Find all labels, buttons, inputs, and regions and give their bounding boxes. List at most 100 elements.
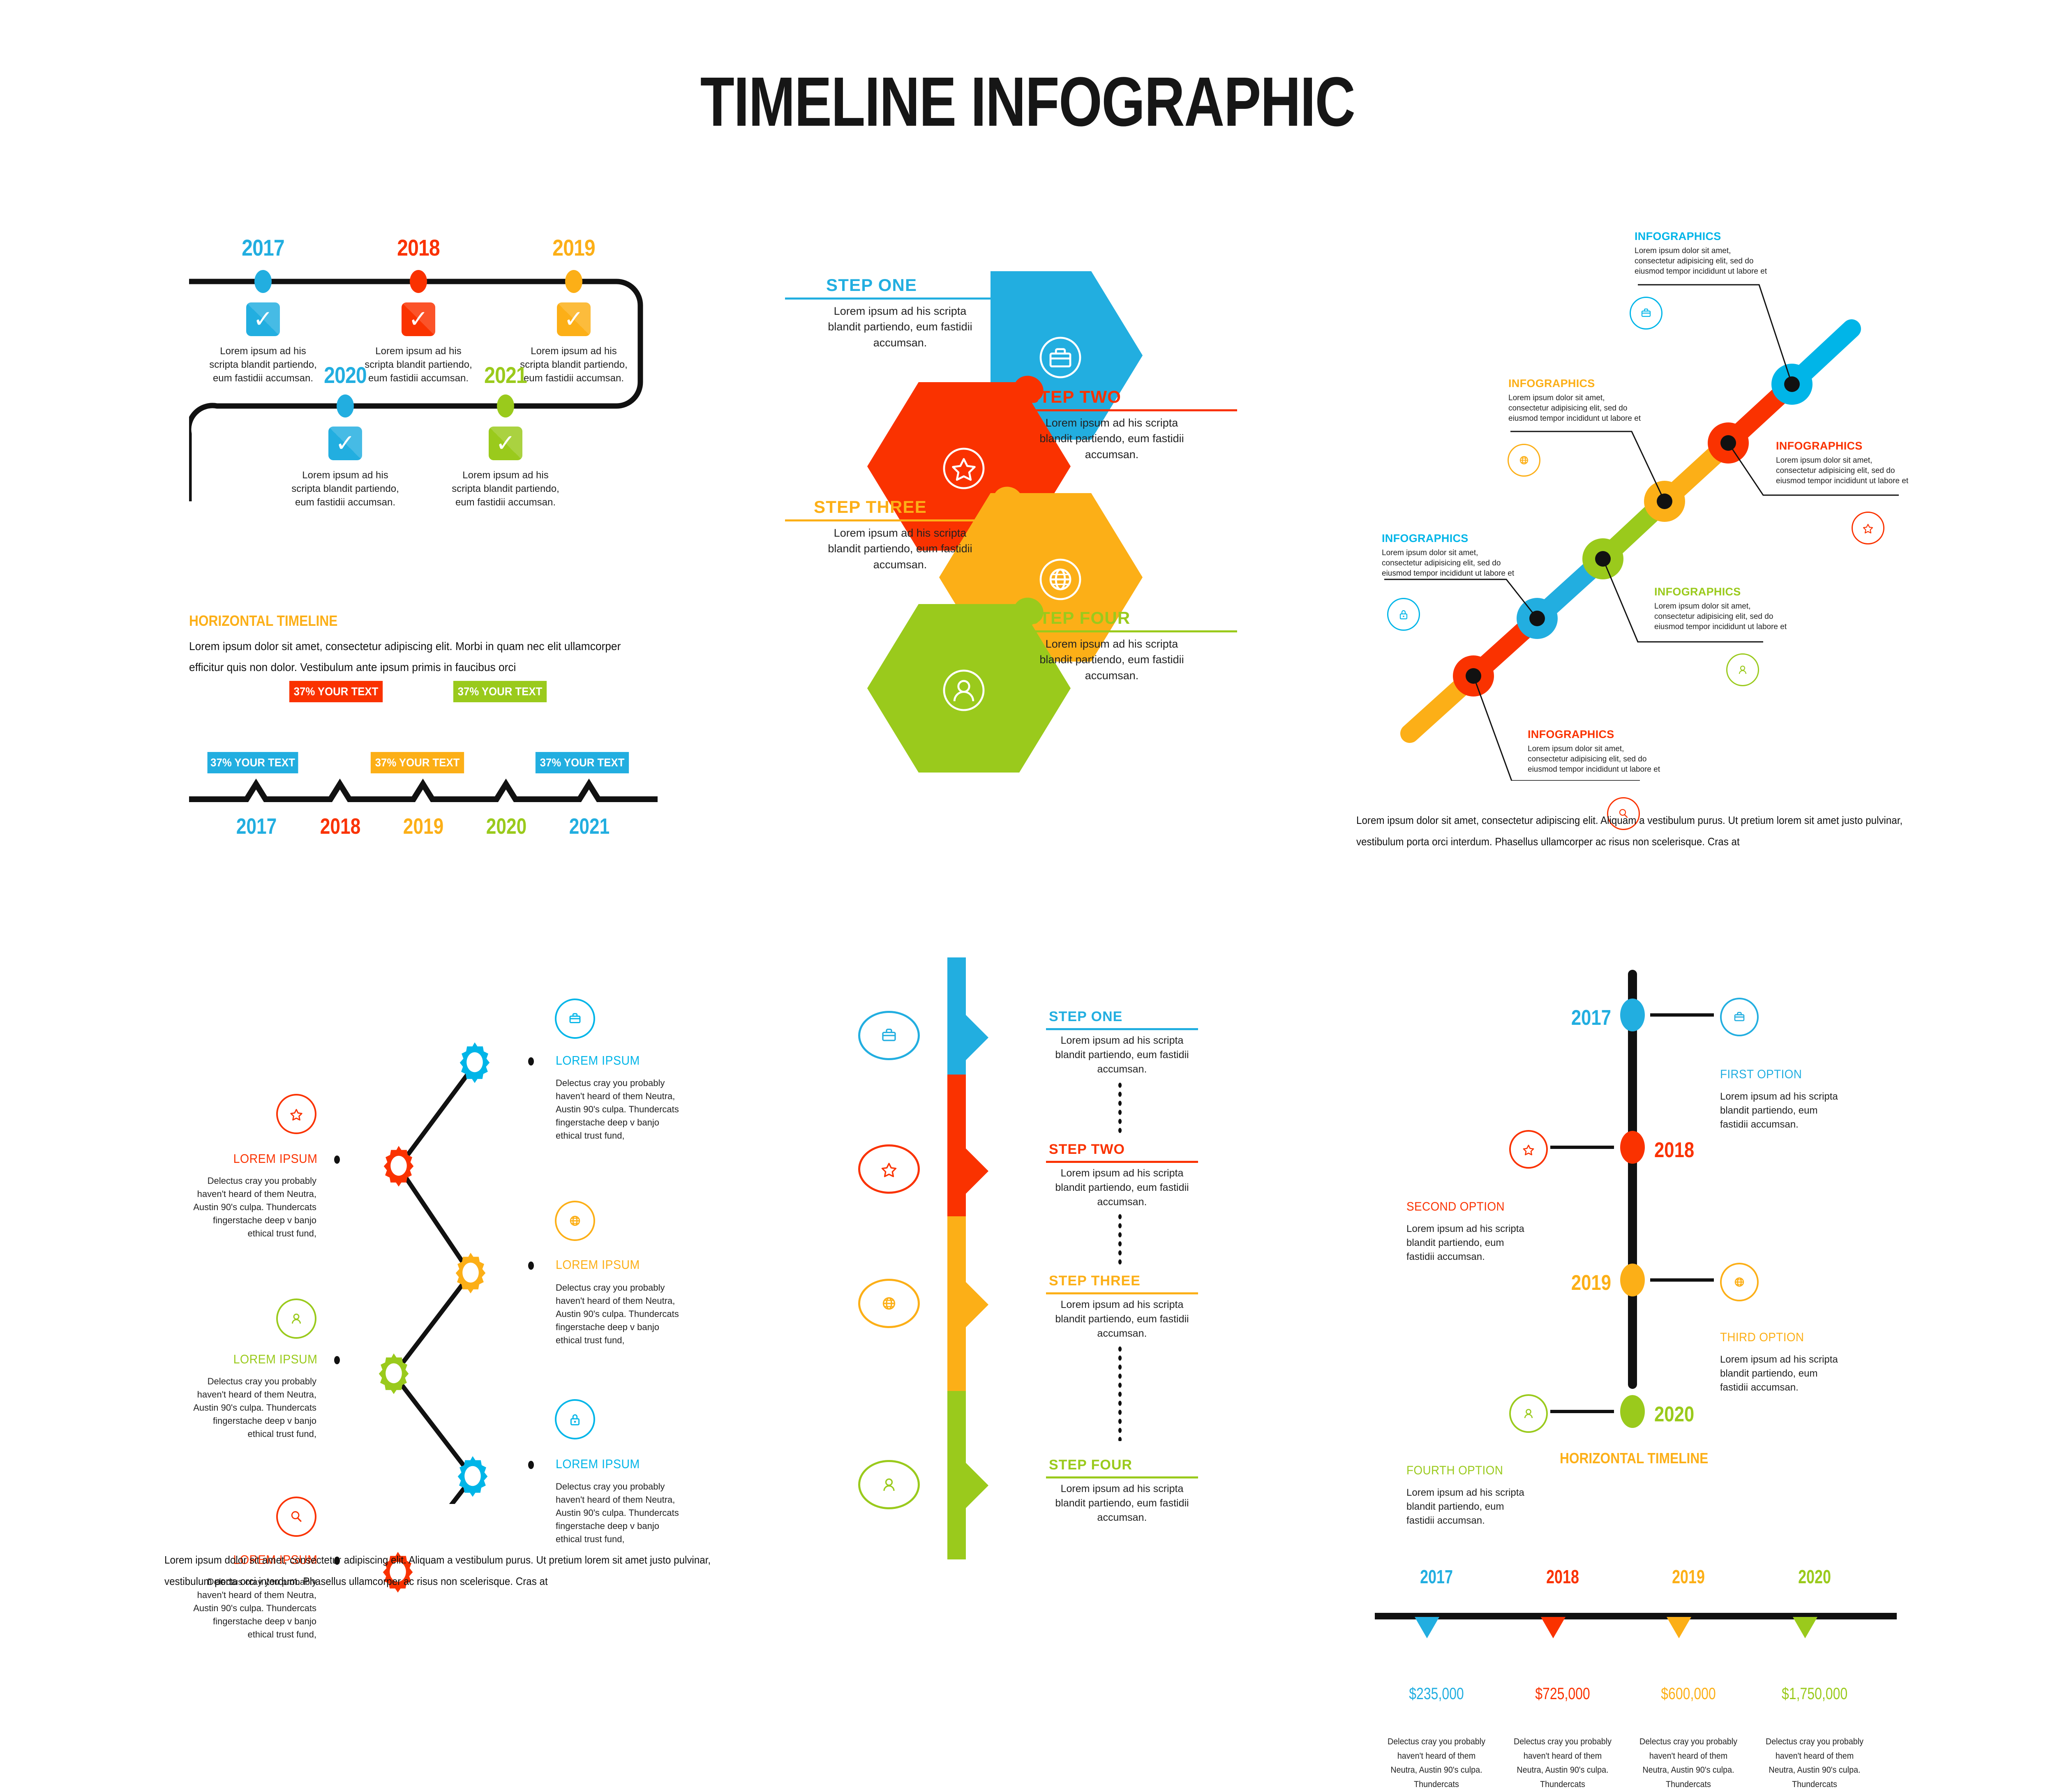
briefcase-icon — [858, 1011, 920, 1060]
vertical-step-rule-1 — [1046, 1028, 1198, 1030]
globe-icon — [858, 1279, 920, 1328]
diagonal-timeline-section: INFOGRAPHICS Lorem ipsum dolor sit amet,… — [1336, 205, 2002, 830]
puzzle-step-text-2: Lorem ipsum ad his scripta blandit parti… — [1039, 417, 1184, 461]
snake-dot-2019[interactable] — [565, 270, 582, 293]
snake-text-2020: Lorem ipsum ad his scripta blandit parti… — [291, 470, 399, 508]
globe-icon — [1508, 444, 1540, 477]
diagonal-label-1: INFOGRAPHICS — [1635, 230, 1721, 242]
vertical-years-section: 2017 FIRST OPTION Lorem ipsum ad his scr… — [1315, 962, 1940, 1526]
snake-dot-2021[interactable] — [497, 394, 514, 417]
money-year-2018: 2018 — [1546, 1566, 1579, 1587]
page-title: TIMELINE INFOGRAPHIC — [700, 63, 1355, 141]
horizontal-timeline-section: HORIZONTAL TIMELINE Lorem ipsum dolor si… — [189, 612, 695, 863]
horizontal-year-2021: 2021 — [569, 814, 610, 839]
money-text-2020: Delectus cray you probably haven't heard… — [1765, 1737, 1864, 1789]
vertical-dot-2020[interactable] — [1620, 1395, 1645, 1428]
vertical-step-text-2: Lorem ipsum ad his scripta blandit parti… — [1055, 1167, 1189, 1208]
vertical-step-label-4: STEP FOUR — [1049, 1457, 1132, 1473]
percent-badge-1[interactable]: 37% YOUR TEXT — [207, 752, 298, 773]
vertical-dot-2019[interactable] — [1620, 1264, 1645, 1296]
vertical-step-label-2: STEP TWO — [1049, 1142, 1125, 1157]
gear-label-2: LOREM IPSUM — [233, 1151, 318, 1166]
diagonal-footer-text: Lorem ipsum dolor sit amet, consectetur … — [1356, 814, 1903, 848]
globe-icon — [1036, 555, 1085, 606]
vertical-year-2017: 2017 — [1571, 1006, 1611, 1030]
gear-text-5: Delectus cray you probably haven't heard… — [556, 1481, 679, 1544]
star-icon — [939, 444, 988, 495]
snake-dot-2020[interactable] — [337, 394, 354, 417]
gear-icon-3[interactable] — [448, 1250, 493, 1297]
briefcase-icon — [555, 999, 595, 1039]
vertical-year-2019: 2019 — [1571, 1271, 1611, 1295]
money-marker-2018[interactable] — [1541, 1617, 1565, 1638]
user-icon — [1726, 653, 1759, 686]
money-text-2018: Delectus cray you probably haven't heard… — [1513, 1737, 1612, 1789]
percent-badge-2[interactable]: 37% YOUR TEXT — [289, 681, 383, 702]
gear-icon-2[interactable] — [376, 1143, 421, 1190]
snake-year-2017: 2017 — [242, 235, 285, 261]
search-icon — [276, 1497, 316, 1537]
bullet-dot — [334, 1356, 340, 1364]
puzzle-step-rule-1 — [785, 298, 991, 300]
horizontal-timeline-intro: Lorem ipsum dolor sit amet, consectetur … — [189, 640, 621, 673]
snake-dot-2018[interactable] — [410, 270, 427, 293]
puzzle-step-rule-2 — [1028, 409, 1237, 411]
percent-badge-5[interactable]: 37% YOUR TEXT — [535, 752, 629, 773]
money-marker-2017[interactable] — [1415, 1617, 1439, 1638]
snake-year-2019: 2019 — [552, 235, 596, 261]
money-value-2020: $1,750,000 — [1782, 1685, 1848, 1703]
diagonal-label-6: INFOGRAPHICS — [1528, 728, 1614, 740]
vertical-step-rule-2 — [1046, 1161, 1198, 1163]
vertical-dot-2018[interactable] — [1620, 1131, 1645, 1164]
zigzag-axis — [189, 779, 658, 802]
money-value-2017: $235,000 — [1409, 1685, 1464, 1703]
lock-icon — [555, 1399, 595, 1439]
diagonal-path-svg — [1384, 284, 1899, 781]
horizontal-year-2017: 2017 — [236, 814, 277, 839]
snake-check-box-2018[interactable]: ✓ — [402, 302, 435, 336]
star-icon — [858, 1144, 920, 1194]
snake-timeline-section: 2017 ✓ Lorem ipsum ad his scripta blandi… — [189, 230, 695, 567]
money-year-2017: 2017 — [1420, 1566, 1453, 1587]
percent-badge-4[interactable]: 37% YOUR TEXT — [453, 681, 547, 702]
vertical-option-label-3: THIRD OPTION — [1720, 1331, 1804, 1344]
star-icon — [1509, 1130, 1548, 1169]
gear-icon-1[interactable] — [452, 1040, 497, 1087]
gear-icon-5[interactable] — [450, 1453, 495, 1501]
vertical-connector-2019 — [1650, 1278, 1714, 1282]
snake-check-box-2020[interactable]: ✓ — [328, 427, 362, 460]
horizontal-timeline-heading: HORIZONTAL TIMELINE — [189, 612, 338, 629]
gear-label-5: LOREM IPSUM — [556, 1457, 640, 1471]
vertical-year-2018: 2018 — [1654, 1138, 1695, 1162]
vertical-steps-section: STEP ONE Lorem ipsum ad his scripta blan… — [822, 945, 1282, 1631]
vertical-option-text-1: Lorem ipsum ad his scripta blandit parti… — [1720, 1091, 1838, 1130]
snake-dot-2017[interactable] — [254, 270, 272, 293]
star-icon — [1852, 512, 1884, 544]
money-year-2019: 2019 — [1672, 1566, 1705, 1587]
gear-label-1: LOREM IPSUM — [556, 1053, 640, 1068]
user-icon — [276, 1298, 316, 1339]
snake-check-box-2017[interactable]: ✓ — [246, 302, 280, 336]
user-icon — [858, 1460, 920, 1509]
puzzle-step-text-4: Lorem ipsum ad his scripta blandit parti… — [1039, 638, 1184, 682]
percent-badge-3[interactable]: 37% YOUR TEXT — [370, 752, 464, 773]
vertical-dot-2017[interactable] — [1620, 999, 1645, 1031]
star-icon — [276, 1094, 316, 1134]
vertical-axis-line — [1628, 970, 1637, 1389]
puzzle-step-label-3: STEP THREE — [814, 497, 927, 517]
money-marker-2019[interactable] — [1667, 1617, 1691, 1638]
snake-text-2021: Lorem ipsum ad his scripta blandit parti… — [452, 470, 559, 508]
puzzle-step-label-1: STEP ONE — [826, 275, 917, 295]
snake-check-box-2021[interactable]: ✓ — [489, 427, 522, 460]
vertical-connector-2020 — [1550, 1410, 1614, 1413]
money-marker-2020[interactable] — [1793, 1617, 1817, 1638]
briefcase-icon — [1630, 297, 1662, 330]
diagonal-text-1: Lorem ipsum dolor sit amet, consectetur … — [1635, 247, 1767, 276]
globe-icon — [555, 1201, 595, 1241]
vertical-step-label-1: STEP ONE — [1049, 1009, 1123, 1024]
globe-icon — [1720, 1263, 1759, 1301]
vertical-step-rule-3 — [1046, 1292, 1198, 1294]
snake-check-box-2019[interactable]: ✓ — [557, 302, 591, 336]
gear-icon-4[interactable] — [371, 1351, 416, 1398]
diagonal-label-3: INFOGRAPHICS — [1508, 377, 1595, 390]
